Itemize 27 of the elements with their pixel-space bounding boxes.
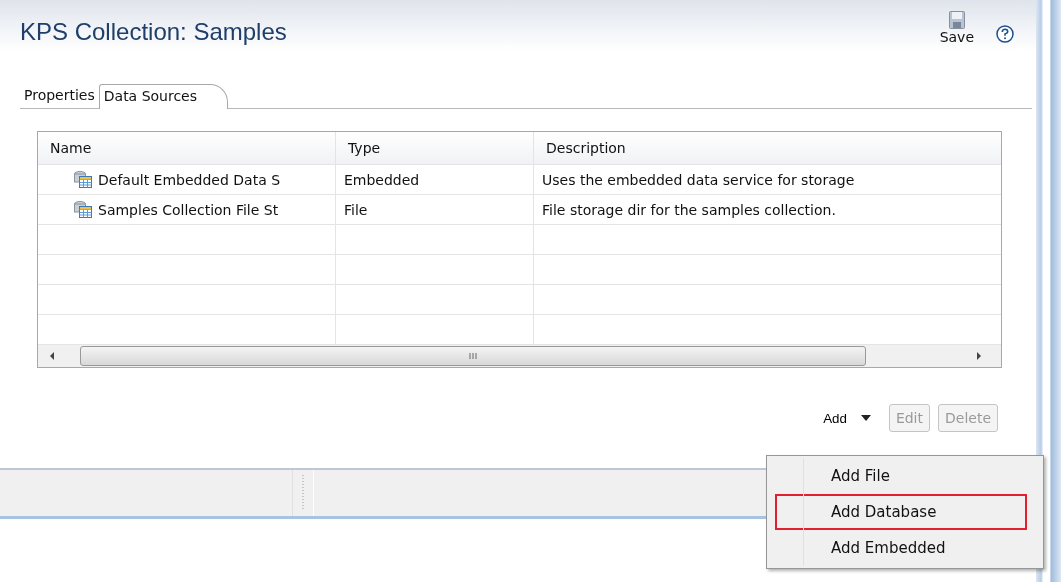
caret-icon	[860, 415, 871, 421]
grip-icon	[468, 352, 478, 360]
tab[interactable]: Data Sources	[98, 84, 229, 109]
horizontal-scrollbar[interactable]	[38, 345, 1001, 367]
scroll-left-icon[interactable]	[48, 351, 56, 361]
add-dropdown-button[interactable]: Add	[819, 405, 875, 431]
scrollbar-thumb[interactable]	[80, 346, 866, 366]
tab[interactable]: Properties	[20, 84, 99, 108]
column-header[interactable]: Name	[38, 132, 336, 164]
column-header[interactable]: Type	[336, 132, 534, 164]
editor-title: KPS Collection: Samples	[20, 18, 288, 46]
menu-item[interactable]: Add Database	[775, 494, 1027, 530]
column-header[interactable]: Description	[534, 132, 1001, 164]
help-icon[interactable]	[996, 25, 1014, 43]
save-button[interactable]: Save	[939, 11, 974, 45]
table-cell: Samples Collection File St	[38, 195, 336, 224]
scroll-right-icon[interactable]	[975, 351, 983, 361]
database-table-icon	[74, 201, 92, 218]
database-table-icon	[74, 171, 92, 188]
table-cell: Embedded	[336, 165, 534, 194]
menu-item[interactable]: Add Embedded	[775, 530, 1027, 566]
menu-item[interactable]: Add File	[775, 458, 1027, 494]
table-cell-text: Uses the embedded data service for storage	[541, 170, 856, 190]
table-cell: File	[336, 195, 534, 224]
table-cell-text: File storage dir for the samples collection.	[541, 200, 837, 220]
grip-icon	[301, 475, 305, 511]
table-cell: Default Embedded Data S	[38, 165, 336, 194]
